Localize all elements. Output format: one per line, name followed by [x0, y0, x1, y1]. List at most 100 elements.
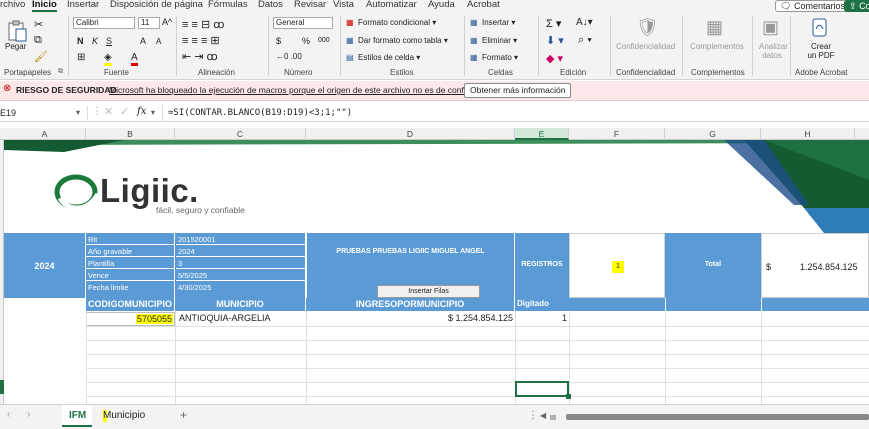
detail-value[interactable]: 4/30/2025 — [176, 282, 305, 293]
clear-icon[interactable]: ◆ ▾ — [546, 52, 563, 65]
menu-data[interactable]: Datos — [258, 0, 283, 10]
horizontal-scrollbar-thumb[interactable] — [566, 414, 869, 420]
tab-ifm[interactable]: IFM — [62, 405, 92, 427]
insert-function-icon[interactable]: fx — [137, 106, 146, 117]
menu-acrobat[interactable]: Acrobat — [467, 0, 500, 10]
menu-help[interactable]: Ayuda — [428, 0, 455, 10]
launcher-icon[interactable]: ⧉ — [58, 68, 63, 76]
tab-split-handle-icon[interactable]: ⋮ — [528, 410, 538, 421]
col-header-c[interactable]: C — [175, 128, 306, 140]
table-format-button[interactable]: Dar formato como tabla ▾ — [358, 36, 448, 45]
options-icon[interactable]: ⋮ — [92, 106, 102, 117]
col-header-b[interactable]: B — [86, 128, 175, 140]
menu-page-layout[interactable]: Disposición de página — [110, 0, 203, 10]
col-header-d[interactable]: D — [306, 128, 515, 140]
worksheet[interactable]: Ligiic. fácil, seguro y confiable 2024 R… — [4, 140, 869, 404]
paste-label[interactable]: Pegar — [5, 42, 26, 51]
create-pdf-icon[interactable] — [810, 18, 830, 38]
cell-styles-button[interactable]: Estilos de celda ▾ — [358, 53, 420, 62]
detail-value[interactable]: 3 — [176, 258, 305, 269]
detail-value[interactable]: 2024 — [176, 246, 305, 257]
borders-icon[interactable]: ⊞ — [77, 52, 85, 63]
municipio-cell[interactable]: ANTIOQUIA-ARGELIA — [179, 313, 305, 326]
align-center-icon[interactable]: ≡ ≡ ≡ ⊞ — [182, 34, 220, 47]
col-header-codigo[interactable]: CODIGOMUNICIPIO — [86, 298, 175, 311]
registros-label-cell[interactable]: REGISTROS — [515, 233, 569, 298]
tab-next-icon[interactable]: › — [27, 409, 30, 420]
total-value-cell[interactable]: $ 1.254.854.125 — [761, 233, 869, 298]
grow-font-button[interactable]: A — [140, 36, 146, 46]
font-name-select[interactable]: Calibri — [73, 17, 135, 29]
col-header-h[interactable]: H — [761, 128, 855, 140]
detail-value[interactable]: 5/5/2025 — [176, 270, 305, 281]
name-box[interactable]: E19 — [0, 106, 88, 120]
addins-icon[interactable]: ▦ — [706, 17, 723, 38]
registros-value-cell[interactable]: 1 — [569, 233, 665, 298]
tab-prev-icon[interactable]: ‹ — [7, 409, 10, 420]
security-message[interactable]: Microsoft ha bloqueado la ejecución de m… — [109, 85, 487, 95]
col-header-ingreso[interactable]: INGRESOPORMUNICIPIO — [306, 298, 515, 311]
cut-icon[interactable]: ✂ — [34, 18, 43, 31]
currency-button[interactable]: $ — [276, 36, 281, 46]
insert-rows-button[interactable]: Insertar Filas — [377, 285, 480, 298]
total-label-cell[interactable]: Total — [665, 233, 761, 298]
col-header-e[interactable]: E — [515, 128, 569, 140]
menu-view[interactable]: Vista — [333, 0, 354, 10]
menu-automate[interactable]: Automatizar — [366, 0, 417, 10]
addins-button[interactable]: Complementos — [690, 42, 744, 51]
menu-review[interactable]: Revisar — [294, 0, 326, 10]
enter-icon[interactable]: ✓ — [120, 105, 129, 118]
sensitivity-icon[interactable]: 🛡 — [636, 17, 659, 38]
digitado-cell[interactable]: 1 — [515, 313, 567, 326]
share-button[interactable]: ⇪ Comp — [844, 0, 869, 12]
menu-formulas[interactable]: Fórmulas — [208, 0, 248, 10]
more-info-button[interactable]: Obtener más información — [464, 83, 572, 98]
col-header-g[interactable]: G — [665, 128, 761, 140]
comments-button[interactable]: 🗨 Comentarios — [775, 0, 850, 12]
scroll-left-icon[interactable]: ◀ — [540, 411, 546, 420]
selected-cell[interactable] — [515, 381, 569, 397]
analyze-button[interactable]: Analizar datos — [759, 42, 788, 60]
menu-home[interactable]: Inicio — [32, 0, 57, 12]
add-sheet-button[interactable]: + — [180, 408, 187, 422]
cond-format-button[interactable]: Formato condicional ▾ — [358, 18, 436, 27]
italic-button[interactable]: K — [92, 36, 98, 46]
col-header-municipio[interactable]: MUNICIPIO — [175, 298, 306, 311]
font-color-icon[interactable]: A — [131, 52, 138, 66]
bold-button[interactable]: N — [77, 36, 84, 46]
thousands-button[interactable]: 000 — [318, 37, 330, 44]
menu-file[interactable]: rchivo — [0, 0, 25, 10]
menu-insert[interactable]: Insertar — [67, 0, 99, 10]
format-cells-button[interactable]: Formato ▾ — [482, 53, 518, 62]
name-box-dropdown-icon[interactable]: ▾ — [76, 108, 80, 117]
fx-dropdown-icon[interactable]: ▾ — [151, 108, 155, 117]
font-size-select[interactable]: 11 — [138, 17, 160, 29]
confidentiality-button[interactable]: Confidencialidad — [616, 42, 675, 51]
analyze-icon[interactable]: ▣ — [762, 17, 779, 38]
number-format-select[interactable]: General — [273, 17, 333, 29]
code-cell[interactable]: 5705055 — [86, 312, 175, 326]
formula-input[interactable]: =SI(CONTAR.BLANCO(B19:D19)<3;1;"") — [168, 106, 352, 120]
underline-button[interactable]: S — [106, 36, 112, 46]
paste-icon[interactable] — [6, 20, 28, 42]
autosum-icon[interactable]: Σ ▾ — [546, 17, 561, 30]
insert-cells-button[interactable]: Insertar ▾ — [482, 18, 515, 27]
delete-cells-button[interactable]: Eliminar ▾ — [482, 36, 517, 45]
increase-font-icon[interactable]: A^ — [162, 17, 172, 27]
percent-button[interactable]: % — [302, 36, 310, 46]
col-header-a[interactable]: A — [4, 128, 86, 140]
fill-handle[interactable] — [566, 394, 571, 399]
indent-icon[interactable]: ⇤ ⇥ ꝏ — [182, 50, 218, 63]
fill-color-icon[interactable]: ◈ — [104, 52, 112, 66]
copy-icon[interactable]: ⧉ — [34, 34, 42, 47]
detail-value[interactable]: 201520001 — [176, 234, 305, 245]
align-top-icon[interactable]: ≡ ≡ ⊟ ꝏ — [182, 18, 224, 31]
fill-icon[interactable]: ⬇ ▾ — [546, 34, 564, 47]
create-pdf-button[interactable]: Crear un PDF — [806, 42, 836, 60]
col-header-f[interactable]: F — [569, 128, 665, 140]
sort-filter-icon[interactable]: A↓▾ — [576, 17, 593, 28]
shrink-font-button[interactable]: A — [156, 37, 161, 46]
year-cell[interactable]: 2024 — [4, 233, 86, 298]
col-header-digitado[interactable]: Digitado — [515, 298, 569, 311]
format-painter-icon[interactable]: 🖌 — [34, 50, 48, 63]
